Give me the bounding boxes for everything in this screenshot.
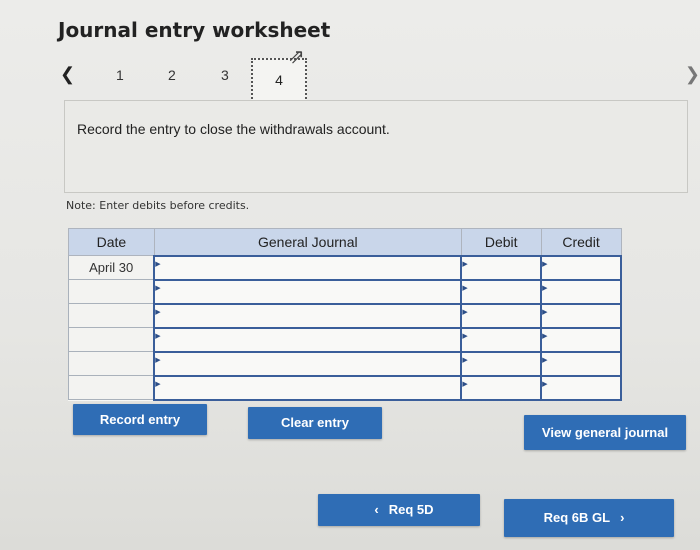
header-general-journal: General Journal <box>153 228 462 256</box>
debit-input[interactable]: ▶ <box>460 302 543 329</box>
account-input[interactable]: ▶ <box>153 326 463 353</box>
dropdown-marker-icon: ▶ <box>155 308 161 316</box>
debit-input[interactable]: ▶ <box>460 350 543 377</box>
date-cell: April 30 <box>68 255 155 280</box>
instruction-panel: Record the entry to close the withdrawal… <box>64 100 688 193</box>
credit-input[interactable]: ▶ <box>540 326 622 353</box>
dropdown-marker-icon: ▶ <box>462 380 468 388</box>
chevron-left-icon[interactable]: ❮ <box>60 64 75 85</box>
account-input[interactable]: ▶ <box>153 374 463 401</box>
page-title: Journal entry worksheet <box>58 18 331 42</box>
chevron-right-icon[interactable]: ❯ <box>685 64 700 85</box>
dropdown-marker-icon: ▶ <box>155 380 161 388</box>
previous-requirement-button[interactable]: ‹ Req 5D <box>318 494 480 526</box>
dropdown-marker-icon: ▶ <box>155 332 161 340</box>
dropdown-marker-icon: ▶ <box>155 284 161 292</box>
chevron-right-icon: › <box>620 510 625 525</box>
credit-input[interactable]: ▶ <box>540 302 622 329</box>
journal-table: Date General Journal Debit Credit April … <box>68 228 622 401</box>
dropdown-marker-icon: ▶ <box>542 356 548 364</box>
step-1[interactable]: 1 <box>116 67 124 83</box>
header-debit: Debit <box>460 228 542 256</box>
credit-input[interactable]: ▶ <box>540 350 622 377</box>
dropdown-marker-icon: ▶ <box>155 356 161 364</box>
account-input[interactable]: ▶ <box>153 278 463 305</box>
date-cell <box>68 327 155 352</box>
table-row: ▶ ▶ ▶ <box>68 350 622 377</box>
table-header-row: Date General Journal Debit Credit <box>68 228 622 256</box>
account-input[interactable]: ▶ <box>153 302 463 329</box>
date-cell <box>68 351 155 376</box>
date-cell <box>68 303 155 328</box>
debit-input[interactable]: ▶ <box>460 374 543 401</box>
note-text: Note: Enter debits before credits. <box>66 199 250 212</box>
dropdown-marker-icon: ▶ <box>462 332 468 340</box>
next-requirement-button[interactable]: Req 6B GL › <box>504 499 674 537</box>
table-row: ▶ ▶ ▶ <box>68 374 622 401</box>
step-2[interactable]: 2 <box>168 67 176 83</box>
credit-input[interactable]: ▶ <box>540 254 622 281</box>
dropdown-marker-icon: ▶ <box>542 284 548 292</box>
debit-input[interactable]: ▶ <box>460 254 543 281</box>
next-requirement-label: Req 6B GL <box>543 510 611 525</box>
credit-input[interactable]: ▶ <box>540 278 622 305</box>
header-credit: Credit <box>540 228 622 256</box>
header-date: Date <box>68 228 155 256</box>
dropdown-marker-icon: ▶ <box>155 260 161 268</box>
dropdown-marker-icon: ▶ <box>462 284 468 292</box>
record-entry-button[interactable]: Record entry <box>73 404 207 435</box>
date-cell <box>68 375 155 400</box>
table-row: ▶ ▶ ▶ <box>68 302 622 329</box>
dropdown-marker-icon: ▶ <box>462 356 468 364</box>
dropdown-marker-icon: ▶ <box>542 260 548 268</box>
table-row: ▶ ▶ ▶ <box>68 278 622 305</box>
instruction-text: Record the entry to close the withdrawal… <box>77 121 390 137</box>
view-general-journal-button[interactable]: View general journal <box>524 415 686 450</box>
dropdown-marker-icon: ▶ <box>542 332 548 340</box>
clear-entry-button[interactable]: Clear entry <box>248 407 382 439</box>
pointer-cursor-icon: ⇗ <box>288 46 305 68</box>
dropdown-marker-icon: ▶ <box>462 308 468 316</box>
account-input[interactable]: ▶ <box>153 254 463 281</box>
table-row: ▶ ▶ ▶ <box>68 326 622 353</box>
credit-input[interactable]: ▶ <box>540 374 622 401</box>
account-input[interactable]: ▶ <box>153 350 463 377</box>
debit-input[interactable]: ▶ <box>460 326 543 353</box>
date-cell <box>68 279 155 304</box>
dropdown-marker-icon: ▶ <box>542 380 548 388</box>
debit-input[interactable]: ▶ <box>460 278 543 305</box>
step-3[interactable]: 3 <box>221 67 229 83</box>
previous-requirement-label: Req 5D <box>388 502 434 517</box>
dropdown-marker-icon: ▶ <box>462 260 468 268</box>
table-row: April 30 ▶ ▶ ▶ <box>68 254 622 281</box>
chevron-left-icon: ‹ <box>374 502 379 517</box>
dropdown-marker-icon: ▶ <box>542 308 548 316</box>
